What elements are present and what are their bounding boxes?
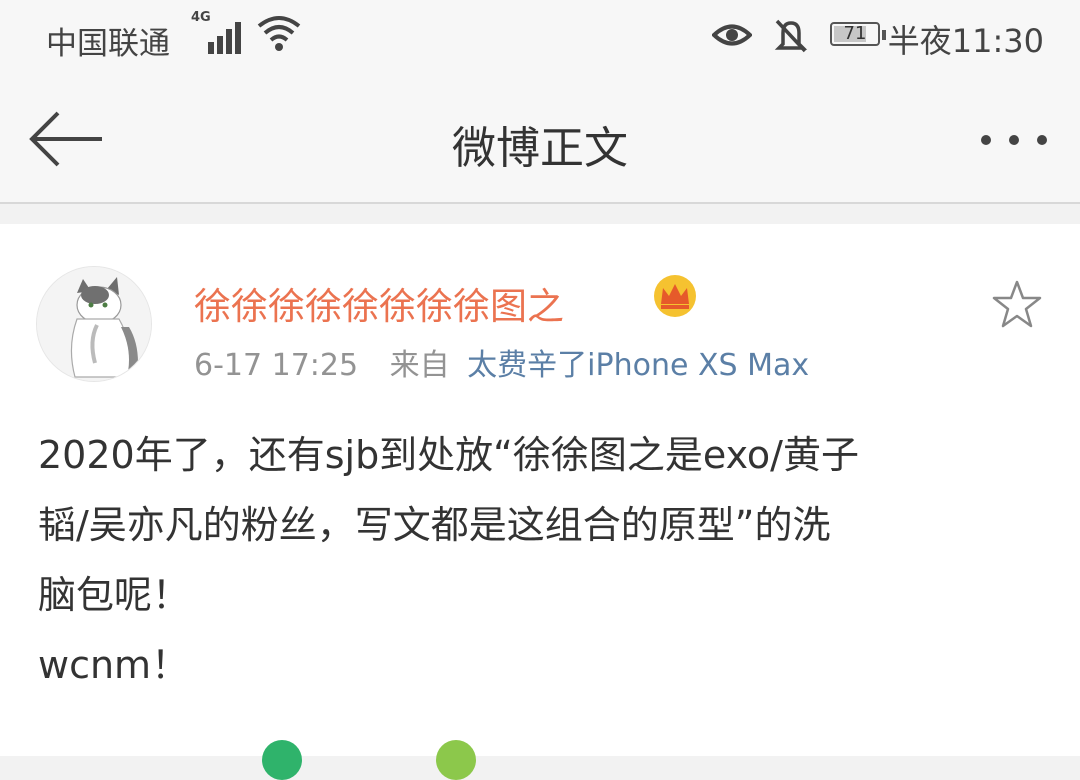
post-source-link[interactable]: 太费辛了iPhone XS Max [467, 348, 809, 383]
post-text-line: wcnm！ [38, 643, 190, 687]
post-time: 6-17 17:25 [194, 348, 359, 383]
from-label: 来自 [389, 348, 450, 383]
signal-icon [208, 20, 248, 54]
post-text-line: 韬/吴亦凡的粉丝，写文都是这组合的原型”的洗 [38, 503, 831, 547]
page-title: 微博正文 [452, 123, 628, 174]
post-text: 2020年了，还有sjb到处放“徐徐图之是exo/黄子 韬/吴亦凡的粉丝，写文都… [38, 420, 1048, 700]
clock: 半夜11:30 [887, 22, 1044, 60]
crown-icon [654, 275, 696, 317]
status-bar: 中国联通 4G 71 半夜11:30 [0, 0, 1080, 78]
cat-avatar-image [37, 267, 151, 381]
avatar[interactable] [36, 266, 152, 382]
post-text-line: 2020年了，还有sjb到处放“徐徐图之是exo/黄子 [38, 433, 859, 477]
username[interactable]: 徐徐徐徐徐徐徐徐图之 [194, 276, 564, 330]
wifi-icon [257, 16, 301, 51]
star-icon [992, 280, 1042, 328]
nav-bar: 微博正文 [0, 78, 1080, 204]
battery-icon: 71 [830, 22, 886, 46]
action-icon-partial[interactable] [436, 740, 476, 780]
favorite-button[interactable] [990, 278, 1044, 336]
more-dots-icon [981, 135, 1047, 145]
post-meta: 6-17 17:25 来自 太费辛了iPhone XS Max [194, 340, 809, 384]
post-card: 徐徐徐徐徐徐徐徐图之 6-17 17:25 来自 太费辛了iPhone XS M… [0, 224, 1080, 780]
mute-bell-icon [774, 19, 808, 53]
more-button[interactable] [974, 122, 1054, 158]
action-icon-partial[interactable] [262, 740, 302, 780]
battery-level: 71 [843, 23, 867, 44]
carrier-name: 中国联通 [46, 26, 170, 62]
post-text-line: 脑包呢！ [38, 573, 191, 617]
eye-comfort-icon [712, 24, 752, 46]
